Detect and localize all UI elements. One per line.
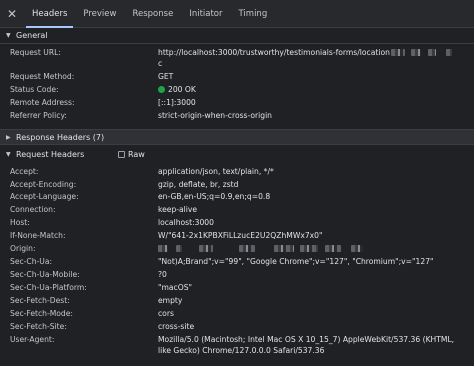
header-value[interactable]: [::1]:3000 bbox=[158, 97, 466, 108]
general-section-title: General bbox=[16, 31, 48, 40]
header-key: Origin: bbox=[10, 244, 36, 253]
caret-right-icon: ▶ bbox=[6, 133, 11, 141]
header-value[interactable]: http://localhost:3000/trustworthy/testim… bbox=[158, 47, 466, 58]
devtools-tabbar: ✕ Headers Preview Response Initiator Tim… bbox=[0, 0, 474, 28]
redacted-block bbox=[198, 245, 213, 252]
header-value[interactable]: gzip, deflate, br, zstd bbox=[158, 179, 466, 190]
header-key: Request URL: bbox=[10, 48, 61, 57]
header-value[interactable]: cors bbox=[158, 308, 466, 319]
redacted-block bbox=[158, 245, 168, 252]
redacted-block bbox=[350, 245, 363, 252]
header-value[interactable]: application/json, text/plain, */* bbox=[158, 166, 466, 177]
header-key: User-Agent: bbox=[10, 335, 55, 344]
header-value[interactable]: "macOS" bbox=[158, 282, 466, 293]
general-section-header[interactable]: ▼ General bbox=[0, 28, 474, 44]
caret-down-icon: ▼ bbox=[6, 150, 11, 158]
header-key: Sec-Fetch-Dest: bbox=[10, 296, 70, 305]
header-key: Sec-Fetch-Site: bbox=[10, 322, 67, 331]
redacted-block bbox=[390, 49, 405, 56]
header-value[interactable]: localhost:3000 bbox=[158, 217, 466, 228]
redacted-block bbox=[324, 245, 341, 252]
response-headers-section-header[interactable]: ▶ Response Headers (7) bbox=[0, 129, 474, 145]
header-key: Referrer Policy: bbox=[10, 111, 67, 120]
header-value[interactable]: Mozilla/5.0 (Macintosh; Intel Mac OS X 1… bbox=[158, 334, 458, 356]
caret-down-icon: ▼ bbox=[6, 32, 11, 39]
request-url-continuation: c bbox=[158, 59, 163, 68]
tab-headers[interactable]: Headers bbox=[24, 0, 75, 28]
raw-toggle[interactable]: Raw bbox=[118, 150, 145, 159]
redacted-block bbox=[273, 245, 294, 252]
header-value[interactable]: cross-site bbox=[158, 321, 466, 332]
header-value[interactable]: strict-origin-when-cross-origin bbox=[158, 110, 466, 121]
response-headers-title: Response Headers (7) bbox=[16, 132, 105, 142]
request-headers-section-header[interactable]: ▼ Request Headers Raw bbox=[0, 146, 474, 162]
header-value[interactable]: GET bbox=[158, 71, 466, 82]
header-key: Accept-Language: bbox=[10, 192, 79, 201]
header-key: Remote Address: bbox=[10, 98, 75, 107]
raw-label: Raw bbox=[128, 149, 145, 159]
header-key: Host: bbox=[10, 218, 30, 227]
status-ok-icon bbox=[158, 86, 165, 93]
header-value[interactable]: "Not)A;Brand";v="99", "Google Chrome";v=… bbox=[158, 256, 466, 267]
header-key: Connection: bbox=[10, 205, 56, 214]
request-headers-title: Request Headers bbox=[16, 149, 85, 159]
header-value[interactable] bbox=[158, 243, 466, 254]
tab-preview[interactable]: Preview bbox=[75, 0, 124, 28]
raw-checkbox[interactable] bbox=[118, 150, 125, 158]
redacted-block bbox=[427, 49, 436, 56]
header-key: Sec-Fetch-Mode: bbox=[10, 309, 73, 318]
close-icon[interactable]: ✕ bbox=[0, 0, 24, 28]
header-key: Accept-Encoding: bbox=[10, 180, 77, 189]
header-key: Sec-Ch-Ua-Mobile: bbox=[10, 270, 80, 279]
header-key: Sec-Ch-Ua: bbox=[10, 257, 53, 266]
header-key: If-None-Match: bbox=[10, 231, 66, 240]
header-value[interactable]: empty bbox=[158, 295, 466, 306]
redacted-block bbox=[300, 245, 319, 252]
header-value[interactable]: ?0 bbox=[158, 269, 466, 280]
header-value[interactable]: en-GB,en-US;q=0.9,en;q=0.8 bbox=[158, 191, 466, 202]
redacted-block bbox=[446, 49, 453, 56]
redacted-block bbox=[411, 49, 422, 56]
tab-response[interactable]: Response bbox=[124, 0, 181, 28]
tab-timing[interactable]: Timing bbox=[231, 0, 276, 28]
header-key: Accept: bbox=[10, 167, 39, 176]
header-key: Request Method: bbox=[10, 72, 75, 81]
header-key: Status Code: bbox=[10, 85, 59, 94]
status-code-value: 200 OK bbox=[168, 85, 196, 94]
header-key: Sec-Ch-Ua-Platform: bbox=[10, 283, 87, 292]
header-value[interactable]: W/"641-2x1KPBXFiLLzucE2U2QZhMWx7x0" bbox=[158, 230, 466, 241]
tab-initiator[interactable]: Initiator bbox=[181, 0, 230, 28]
header-value[interactable]: 200 OK bbox=[158, 84, 466, 95]
request-url-value: http://localhost:3000/trustworthy/testim… bbox=[158, 48, 390, 57]
redacted-block bbox=[239, 245, 256, 252]
header-value[interactable]: keep-alive bbox=[158, 204, 466, 215]
redacted-block bbox=[176, 245, 183, 252]
